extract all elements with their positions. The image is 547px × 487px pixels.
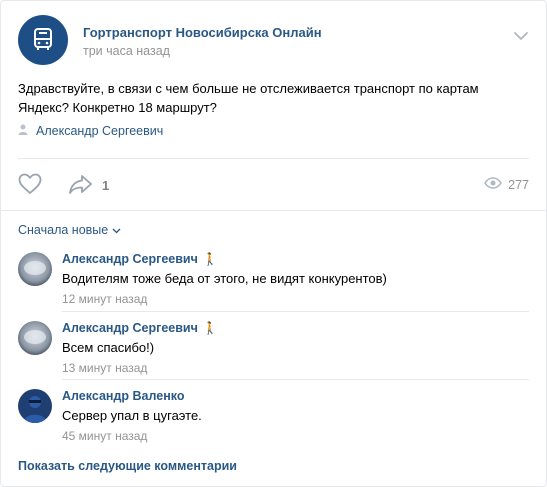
comment-author-link[interactable]: Александр Сергеевич 🚶 bbox=[62, 252, 218, 266]
comment-time-link[interactable]: 12 минут назад bbox=[62, 292, 147, 306]
comment-time-link[interactable]: 45 минут назад bbox=[62, 429, 147, 443]
avatar[interactable] bbox=[18, 321, 52, 355]
chevron-down-icon[interactable] bbox=[513, 29, 529, 40]
walking-person-icon: 🚶 bbox=[202, 321, 218, 335]
post-text: Здравствуйте, в связи с чем больше не от… bbox=[18, 81, 479, 115]
avatar[interactable] bbox=[18, 389, 52, 423]
divider bbox=[18, 158, 529, 159]
like-button[interactable] bbox=[18, 173, 42, 198]
comment-item: Александр Валенко Сервер упал в цугаэте.… bbox=[18, 389, 529, 449]
post-header: Гортранспорт Новосибирска Онлайн три час… bbox=[18, 15, 529, 67]
share-button[interactable]: 1 bbox=[68, 173, 109, 198]
chevron-down-icon bbox=[112, 223, 121, 237]
views-counter: 277 bbox=[484, 177, 529, 192]
eye-icon bbox=[484, 177, 503, 192]
comment-author-link[interactable]: Александр Сергеевич 🚶 bbox=[62, 321, 218, 335]
views-count: 277 bbox=[508, 177, 529, 192]
divider bbox=[62, 311, 529, 312]
post-actions: 1 277 bbox=[18, 169, 529, 201]
post-time-link[interactable]: три часа назад bbox=[83, 44, 170, 58]
comment-author-name: Александр Валенко bbox=[62, 389, 185, 403]
group-avatar[interactable] bbox=[18, 15, 68, 65]
share-count: 1 bbox=[102, 178, 110, 193]
divider bbox=[1, 210, 546, 211]
comment-author-link[interactable]: Александр Валенко bbox=[62, 389, 184, 403]
comment-author-name: Александр Сергеевич bbox=[62, 252, 198, 266]
divider bbox=[62, 379, 529, 380]
comment-text: Сервер упал в цугаэте. bbox=[62, 408, 202, 423]
comment-item: Александр Сергеевич 🚶 Всем спасибо!) 13 … bbox=[18, 321, 529, 381]
user-icon bbox=[18, 123, 28, 138]
share-arrow-icon bbox=[68, 173, 94, 198]
avatar[interactable] bbox=[18, 252, 52, 286]
post-card: Гортранспорт Новосибирска Онлайн три час… bbox=[0, 0, 547, 487]
post-signer[interactable]: Александр Сергеевич bbox=[18, 123, 163, 138]
comments-sort-dropdown[interactable]: Сначала новые bbox=[18, 223, 121, 237]
comment-item: Александр Сергеевич 🚶 Водителям тоже бед… bbox=[18, 252, 529, 312]
comment-text: Всем спасибо!) bbox=[62, 340, 155, 355]
signer-name: Александр Сергеевич bbox=[36, 123, 164, 138]
comment-author-name: Александр Сергеевич bbox=[62, 321, 198, 335]
bus-icon bbox=[29, 25, 57, 56]
walking-person-icon: 🚶 bbox=[202, 252, 218, 266]
comment-time-link[interactable]: 13 минут назад bbox=[62, 361, 147, 375]
heart-icon bbox=[18, 173, 42, 198]
comment-text: Водителям тоже беда от этого, не видят к… bbox=[62, 271, 387, 286]
sort-label: Сначала новые bbox=[18, 223, 109, 237]
show-more-comments-link[interactable]: Показать следующие комментарии bbox=[18, 459, 237, 473]
group-name-link[interactable]: Гортранспорт Новосибирска Онлайн bbox=[83, 25, 322, 40]
